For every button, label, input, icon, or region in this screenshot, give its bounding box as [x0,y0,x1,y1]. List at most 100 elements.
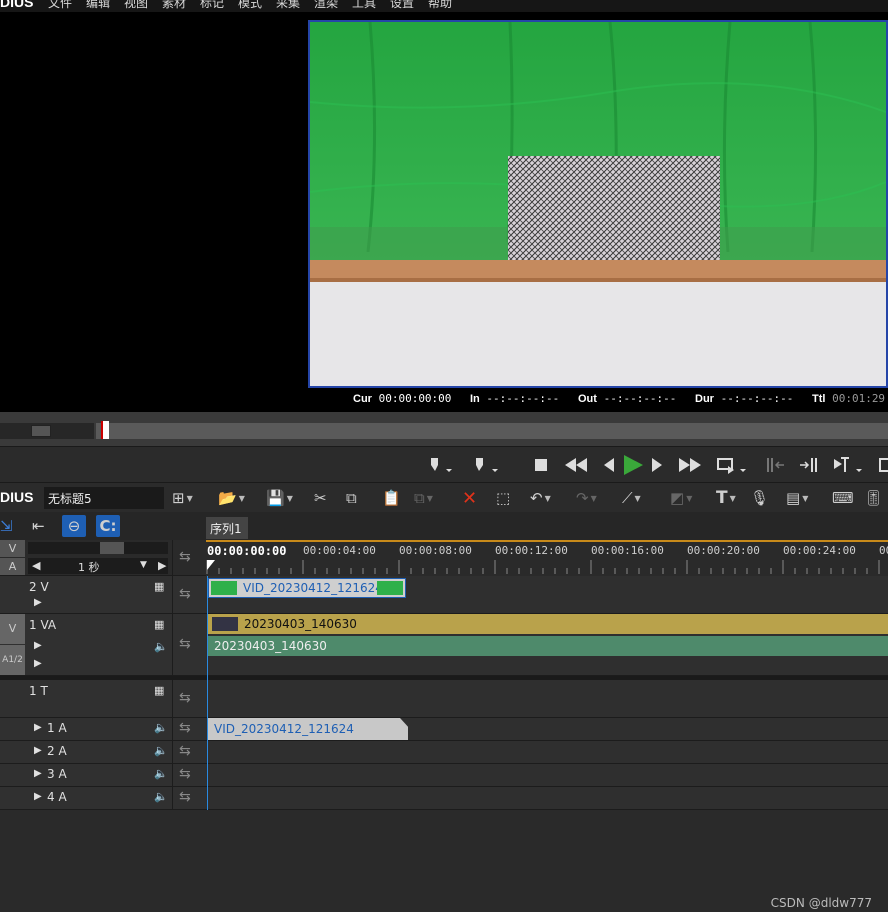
tab-sequence-1[interactable]: 序列1 [206,517,248,539]
transition-button[interactable]: ⟋ ▼ [622,487,641,509]
track-header-2v[interactable]: 2 V ▶ ▦ ⇆ [0,576,206,614]
speaker-icon[interactable]: 🔈 [154,790,168,803]
track-header-4a[interactable]: ▶ 4 A 🔈 ⇆ [0,787,206,810]
clip-va1-video[interactable]: 20230403_140630 [208,614,888,634]
menu-clip[interactable]: 素材 [162,0,186,11]
settings-menu-button[interactable]: ⊞ ▼ [172,487,193,509]
track-row-2a[interactable] [206,741,888,764]
snap-button[interactable]: C: [96,515,120,537]
cut-button[interactable]: ✂ [314,487,327,509]
fast-forward-button[interactable] [676,453,704,477]
sync-arrows-icon[interactable]: ⇆ [179,636,191,652]
scrub-playhead[interactable] [101,421,109,439]
fullscreen-button[interactable] [874,453,888,477]
set-in-button[interactable] [424,453,456,477]
effect-button[interactable]: ◩ ▼ [670,487,692,509]
expand-arrow-icon[interactable]: ▶ [34,768,42,779]
scrub-bar[interactable] [96,423,888,439]
sync-arrows-icon[interactable]: ⇆ [179,720,191,736]
menu-render[interactable]: 渲染 [314,0,338,11]
delete-button[interactable]: ✕ [462,487,477,509]
rewind-button[interactable] [562,453,590,477]
step-forward-button[interactable] [648,453,666,477]
film-icon[interactable]: ▦ [154,618,164,631]
speaker-icon[interactable]: 🔈 [154,721,168,734]
patch-v[interactable]: V [0,614,25,644]
menu-mode[interactable]: 模式 [238,0,262,11]
prev-edit-button[interactable] [762,453,788,477]
timeline-area[interactable]: 00:00:00:00 00:00:04:00 00:00:08:00 00:0… [206,540,888,912]
position-scrubber[interactable] [0,412,888,446]
ripple-mode-button[interactable]: ⇤ [32,515,45,537]
clip-v2[interactable]: VID_20230412_121624 [208,578,406,598]
sync-arrows-icon[interactable]: ⇆ [179,743,191,759]
menu-view[interactable]: 视图 [124,0,148,11]
film-icon[interactable]: ▦ [154,684,164,697]
paste-options-button[interactable]: ⧉ ▼ [414,487,433,509]
track-header-1t[interactable]: 1 T ▦ ⇆ [0,680,206,718]
clip-a1[interactable]: VID_20230412_121624 [208,718,408,740]
track-row-1va[interactable]: 20230403_140630 20230403_140630 [206,614,888,676]
speaker-icon[interactable]: 🔈 [154,744,168,757]
menu-edit[interactable]: 编辑 [86,0,110,11]
menu-marker[interactable]: 标记 [200,0,224,11]
stop-button[interactable] [530,453,552,477]
render-button[interactable]: ▤ ▼ [786,487,808,509]
open-button[interactable]: 📂 ▼ [218,487,245,509]
zoom-slider-knob[interactable] [100,542,124,554]
voiceover-button[interactable]: 🎙 [750,487,769,509]
track-row-2v[interactable]: VID_20230412_121624 [206,576,888,614]
undo-button[interactable]: ↶ ▼ [530,487,551,509]
sync-arrows-icon[interactable]: ⇆ [179,690,191,706]
ripple-delete-button[interactable]: ⬚ [496,487,510,509]
keyboard-button[interactable]: ⌨ [832,487,854,509]
redo-button[interactable]: ↷ ▼ [576,487,597,509]
menu-file[interactable]: 文件 [48,0,72,11]
recorder-monitor[interactable]: Cur 00:00:00:00 In --:--:--:-- Out --:--… [306,12,888,412]
patch-a12[interactable]: A1/2 [0,645,25,675]
project-name[interactable]: 无标题5 [44,487,164,509]
track-header-1va[interactable]: V A1/2 1 VA ▶ ▶ ▦ 🔈 ⇆ [0,614,206,676]
zoom-prev-icon[interactable]: ◀ [32,559,40,572]
menu-capture[interactable]: 采集 [276,0,300,11]
expand-arrow-icon[interactable]: ▶ [34,791,42,802]
track-header-1a[interactable]: ▶ 1 A 🔈 ⇆ [0,718,206,741]
track-row-1a[interactable]: VID_20230412_121624 [206,718,888,741]
zoom-select[interactable]: ◀ 1 秒 ▼ ▶ [28,558,168,574]
loop-button[interactable] [714,453,750,477]
clip-va1-audio[interactable]: 20230403_140630 [208,636,888,656]
track-row-4a[interactable] [206,787,888,810]
copy-button[interactable]: ⧉ [346,487,357,509]
source-monitor[interactable] [0,12,306,412]
time-ruler[interactable]: 00:00:00:00 00:00:04:00 00:00:08:00 00:0… [206,540,888,576]
expand-arrow-icon[interactable]: ▶ [34,745,42,756]
insert-mode-button[interactable] [830,453,866,477]
track-row-3a[interactable] [206,764,888,787]
track-header-2a[interactable]: ▶ 2 A 🔈 ⇆ [0,741,206,764]
menu-help[interactable]: 帮助 [428,0,452,11]
sync-arrows-icon[interactable]: ⇆ [179,549,191,565]
title-button[interactable]: T ▼ [716,487,736,509]
set-out-button[interactable] [468,453,504,477]
expand-arrow-icon[interactable]: ▶ [34,658,42,669]
film-icon[interactable]: ▦ [154,580,164,593]
jog-knob[interactable] [31,425,51,437]
play-button[interactable] [620,453,646,477]
paste-button[interactable]: 📋 [382,487,401,509]
speaker-icon[interactable]: 🔈 [154,767,168,780]
expand-arrow-icon[interactable]: ▶ [34,597,42,608]
menu-settings[interactable]: 设置 [390,0,414,11]
zoom-dropdown-icon[interactable]: ▼ [140,560,147,570]
expand-arrow-icon[interactable]: ▶ [34,640,42,651]
mode-toggle-button[interactable]: ⇲ [0,515,13,537]
menu-tools[interactable]: 工具 [352,0,376,11]
save-button[interactable]: 💾 ▼ [266,487,293,509]
zoom-slider[interactable] [28,542,168,554]
step-back-button[interactable] [600,453,618,477]
expand-arrow-icon[interactable]: ▶ [34,722,42,733]
sync-arrows-icon[interactable]: ⇆ [179,789,191,805]
sync-arrows-icon[interactable]: ⇆ [179,586,191,602]
sync-arrows-icon[interactable]: ⇆ [179,766,191,782]
track-header-3a[interactable]: ▶ 3 A 🔈 ⇆ [0,764,206,787]
track-row-1t[interactable] [206,680,888,718]
